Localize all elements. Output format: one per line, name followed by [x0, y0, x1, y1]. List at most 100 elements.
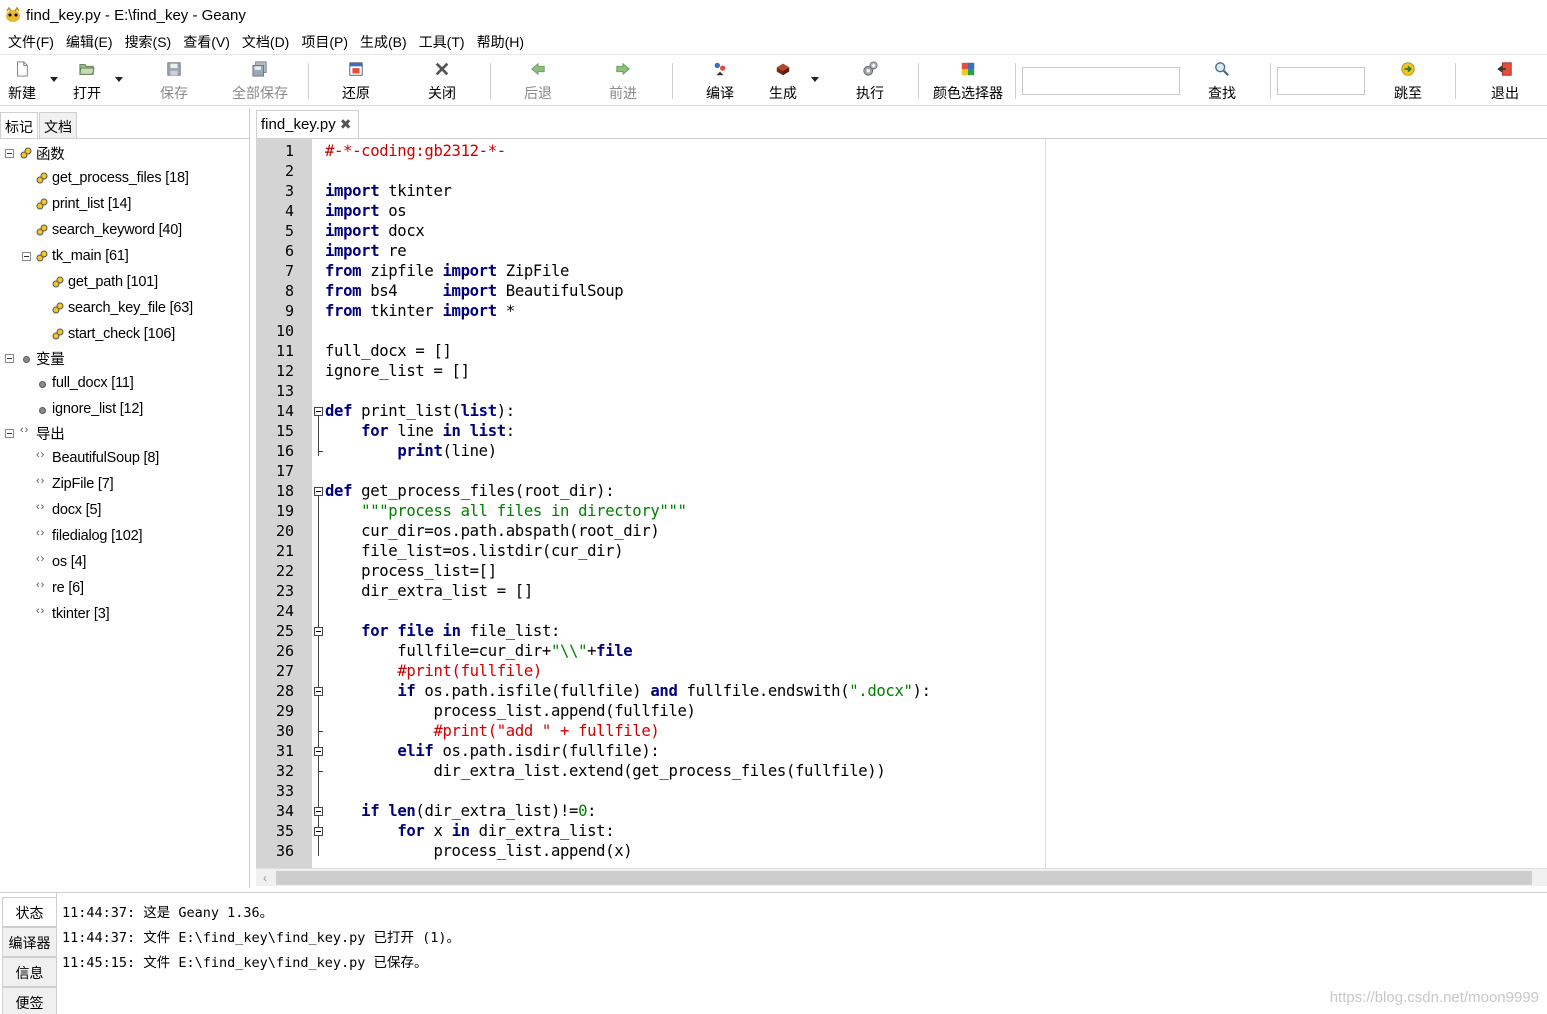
- tree-item[interactable]: search_keyword [40]: [36, 219, 182, 241]
- menu-tools[interactable]: 工具(T): [413, 32, 471, 52]
- code-line[interactable]: ignore_list = []: [325, 361, 470, 381]
- tree-group-imports[interactable]: 导出: [20, 422, 65, 444]
- fold-toggle-icon[interactable]: [314, 687, 323, 696]
- code-line[interactable]: process_list.append(fullfile): [325, 701, 695, 721]
- goto-line-input[interactable]: [1277, 67, 1365, 95]
- code-line[interactable]: import re: [325, 241, 407, 261]
- code-line[interactable]: from zipfile import ZipFile: [325, 261, 569, 281]
- tree-item[interactable]: tkinter [3]: [36, 603, 110, 625]
- build-dropdown-arrow[interactable]: [811, 77, 819, 82]
- fold-toggle-icon[interactable]: [314, 627, 323, 636]
- code-line[interactable]: for file in file_list:: [325, 621, 560, 641]
- forward-button[interactable]: 前进: [605, 59, 641, 103]
- code-line[interactable]: #print("add " + fullfile): [325, 721, 659, 741]
- tree-item[interactable]: get_process_files [18]: [36, 167, 189, 189]
- open-button[interactable]: 打开: [70, 59, 104, 103]
- tree-group-variables[interactable]: 变量: [20, 347, 65, 369]
- code-line[interactable]: #-*-coding:gb2312-*-: [325, 141, 506, 161]
- code-editor[interactable]: 1 2 3 4 5 6 7 8 9 10 11 12 13 14 15 16 17 18 19 20 21 22 23 24 2…: [256, 138, 1547, 868]
- fold-toggle-icon[interactable]: [314, 807, 323, 816]
- menu-document[interactable]: 文档(D): [236, 32, 295, 52]
- menu-edit[interactable]: 编辑(E): [60, 32, 119, 52]
- tab-symbols[interactable]: 标记: [0, 112, 38, 138]
- tree-item[interactable]: full_docx [11]: [36, 372, 134, 394]
- tab-find-key-py[interactable]: find_key.py ✖: [256, 110, 359, 138]
- open-dropdown-arrow[interactable]: [115, 77, 123, 82]
- code-line[interactable]: fullfile=cur_dir+"\\"+file: [325, 641, 632, 661]
- code-line[interactable]: #print(fullfile): [325, 661, 542, 681]
- revert-button[interactable]: 还原: [338, 59, 374, 103]
- code-line[interactable]: if len(dir_extra_list)!=0:: [325, 801, 596, 821]
- code-line[interactable]: process_list=[]: [325, 561, 497, 581]
- tree-item[interactable]: get_path [101]: [52, 271, 158, 293]
- back-button[interactable]: 后退: [520, 59, 556, 103]
- code-line[interactable]: """process all files in directory""": [325, 501, 687, 521]
- tree-item[interactable]: docx [5]: [36, 499, 101, 521]
- tree-item[interactable]: re [6]: [36, 577, 84, 599]
- code-line[interactable]: if os.path.isfile(fullfile) and fullfile…: [325, 681, 931, 701]
- new-dropdown-arrow[interactable]: [50, 77, 58, 82]
- code-area[interactable]: #-*-coding:gb2312-*- import tkinter import…: [324, 139, 1547, 868]
- save-button[interactable]: 保存: [156, 59, 192, 103]
- menu-project[interactable]: 项目(P): [295, 32, 354, 52]
- code-line[interactable]: from bs4 import BeautifulSoup: [325, 281, 624, 301]
- tab-compiler[interactable]: 编译器: [2, 927, 56, 957]
- tree-item[interactable]: search_key_file [63]: [52, 297, 193, 319]
- fold-toggle-icon[interactable]: [314, 407, 323, 416]
- close-button[interactable]: 关闭: [424, 59, 460, 103]
- code-line[interactable]: import tkinter: [325, 181, 452, 201]
- fold-toggle-icon[interactable]: [314, 827, 323, 836]
- close-tab-icon[interactable]: ✖: [340, 116, 352, 133]
- code-line[interactable]: for x in dir_extra_list:: [325, 821, 614, 841]
- expander-tk-main[interactable]: [22, 252, 31, 261]
- search-input[interactable]: [1022, 67, 1180, 95]
- tab-scribble[interactable]: 便签: [2, 987, 56, 1014]
- tree-item[interactable]: tk_main [61]: [36, 245, 129, 267]
- code-line[interactable]: import docx: [325, 221, 425, 241]
- menu-file[interactable]: 文件(F): [2, 32, 60, 52]
- scrollbar-thumb[interactable]: [276, 871, 1532, 885]
- fold-toggle-icon[interactable]: [314, 747, 323, 756]
- code-line[interactable]: import os: [325, 201, 407, 221]
- quit-button[interactable]: 退出: [1487, 59, 1523, 103]
- code-line[interactable]: def get_process_files(root_dir):: [325, 481, 615, 501]
- tree-item[interactable]: filedialog [102]: [36, 525, 143, 547]
- tab-documents[interactable]: 文档: [39, 112, 77, 138]
- menu-search[interactable]: 搜索(S): [119, 32, 178, 52]
- code-line[interactable]: dir_extra_list = []: [325, 581, 533, 601]
- color-chooser-button[interactable]: 颜色选择器: [928, 59, 1008, 103]
- tree-item[interactable]: start_check [106]: [52, 323, 175, 345]
- code-line[interactable]: elif os.path.isdir(fullfile):: [325, 741, 659, 761]
- tab-status[interactable]: 状态: [2, 897, 56, 927]
- code-line[interactable]: for line in list:: [325, 421, 515, 441]
- code-line[interactable]: def print_list(list):: [325, 401, 515, 421]
- code-line[interactable]: cur_dir=os.path.abspath(root_dir): [325, 521, 660, 541]
- tree-item[interactable]: os [4]: [36, 551, 86, 573]
- compile-button[interactable]: 编译: [702, 59, 738, 103]
- code-line[interactable]: full_docx = []: [325, 341, 452, 361]
- scroll-left-icon[interactable]: ‹: [258, 871, 272, 885]
- build-button[interactable]: 生成: [765, 59, 801, 103]
- menu-build[interactable]: 生成(B): [354, 32, 413, 52]
- fold-toggle-icon[interactable]: [314, 487, 323, 496]
- save-all-button[interactable]: 全部保存: [228, 59, 292, 103]
- tree-item[interactable]: ZipFile [7]: [36, 473, 114, 495]
- menu-view[interactable]: 查看(V): [177, 32, 236, 52]
- menu-help[interactable]: 帮助(H): [471, 32, 530, 52]
- tree-item[interactable]: print_list [14]: [36, 193, 131, 215]
- tree-item[interactable]: BeautifulSoup [8]: [36, 447, 159, 469]
- new-button[interactable]: 新建: [6, 59, 38, 103]
- expander-variables[interactable]: [5, 354, 14, 363]
- code-line[interactable]: process_list.append(x): [325, 841, 632, 861]
- code-line[interactable]: file_list=os.listdir(cur_dir): [325, 541, 623, 561]
- execute-button[interactable]: 执行: [852, 59, 888, 103]
- tree-group-functions[interactable]: 函数: [20, 142, 65, 164]
- expander-imports[interactable]: [5, 429, 14, 438]
- code-line[interactable]: from tkinter import *: [325, 301, 515, 321]
- code-line[interactable]: print(line): [325, 441, 497, 461]
- code-line[interactable]: dir_extra_list.extend(get_process_files(…: [325, 761, 885, 781]
- expander-functions[interactable]: [5, 149, 14, 158]
- horizontal-scrollbar[interactable]: ‹: [256, 868, 1547, 886]
- tab-messages[interactable]: 信息: [2, 957, 56, 987]
- goto-button[interactable]: 跳至: [1390, 59, 1426, 103]
